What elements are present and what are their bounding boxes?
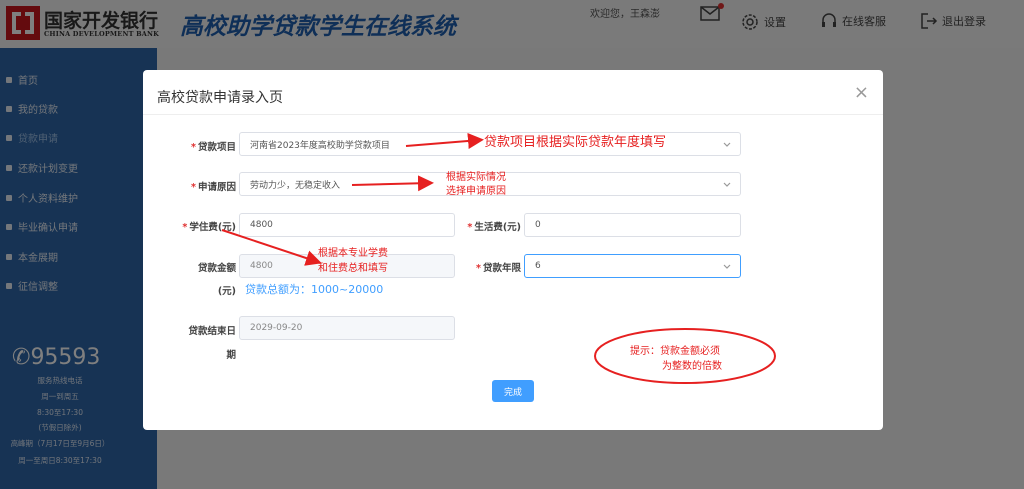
annotation-tip-2: 为整数的倍数 [662,361,722,372]
annotation-reason-2: 选择申请原因 [446,186,506,197]
annotation-tuition: 根据本专业学费 [318,248,388,259]
arrow-reason [351,175,434,192]
annotation-project: 贷款项目根据实际贷款年度填写 [484,135,667,150]
annotation-arrows [221,132,776,384]
annotation-reason: 根据实际情况 [446,172,506,183]
annotation-tip: 提示：贷款金额必须 [630,346,720,357]
arrow-tuition [221,229,322,266]
annotation-tuition-2: 和住费总和填写 [318,263,388,274]
arrow-project [405,132,484,149]
